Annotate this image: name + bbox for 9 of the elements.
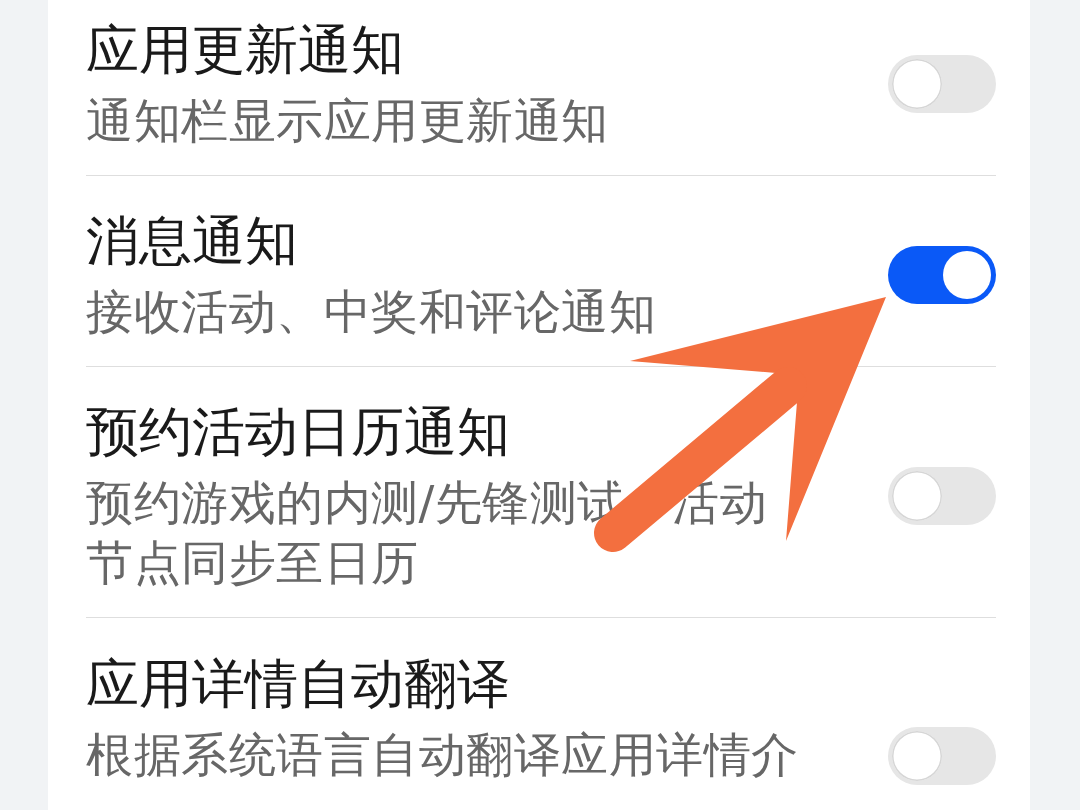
toggle-switch[interactable] xyxy=(888,246,996,304)
setting-description: 通知栏显示应用更新通知 xyxy=(86,92,609,150)
setting-title: 预约活动日历通知 xyxy=(86,400,511,464)
setting-description: 节点同步至日历 xyxy=(86,534,419,592)
setting-title: 消息通知 xyxy=(86,209,299,273)
setting-title: 应用详情自动翻译 xyxy=(86,651,511,716)
setting-description: 接收活动、中奖和评论通知 xyxy=(86,283,656,341)
setting-description: 根据系统语言自动翻译应用详情介 xyxy=(86,725,799,784)
setting-title: 应用更新通知 xyxy=(86,18,405,82)
